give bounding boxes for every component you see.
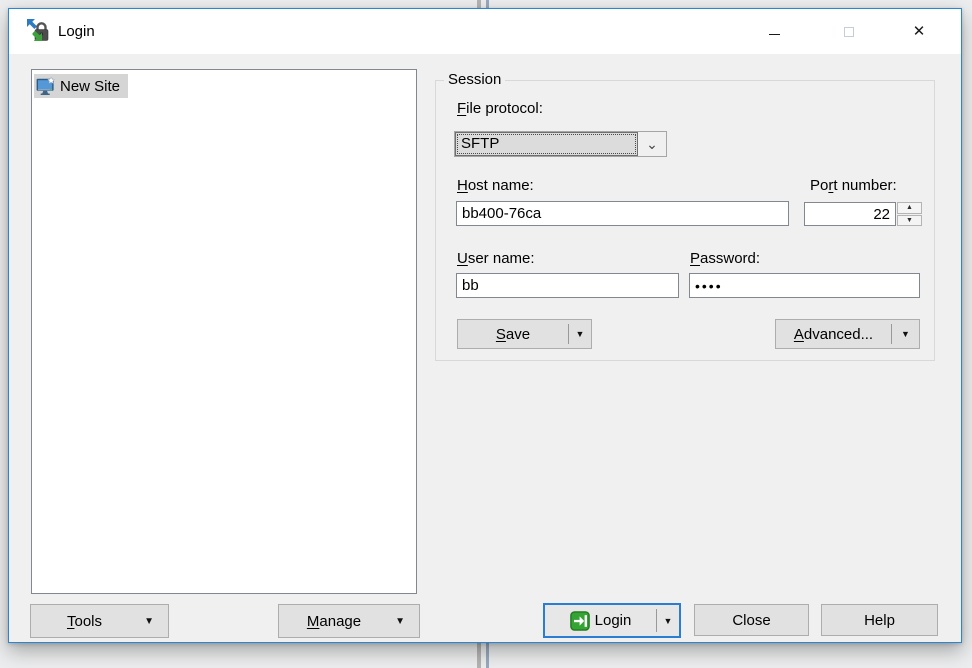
host-name-input[interactable]: [456, 201, 789, 226]
session-group-label: Session: [444, 71, 505, 88]
password-label: Password:: [690, 250, 760, 267]
port-spinner: ▲ ▼: [897, 202, 922, 226]
close-window-button[interactable]: ✕: [896, 9, 942, 54]
maximize-button: [826, 9, 872, 54]
save-button[interactable]: Save ▼: [457, 319, 592, 349]
file-protocol-select[interactable]: SFTP ⌄: [454, 131, 667, 157]
dropdown-arrow-icon[interactable]: ▼: [657, 605, 679, 636]
close-button[interactable]: Close: [694, 604, 809, 636]
site-item-label: New Site: [60, 78, 120, 95]
login-icon: [570, 611, 590, 631]
file-protocol-label: File protocol:: [457, 100, 543, 117]
dropdown-arrow-icon: ▼: [395, 605, 405, 637]
login-button[interactable]: Login ▼: [543, 603, 681, 638]
session-group: Session File protocol: SFTP ⌄ Host name:…: [435, 80, 935, 361]
title-bar[interactable]: Login ✕: [9, 9, 961, 54]
help-button-label: Help: [864, 612, 895, 629]
user-name-label: User name:: [457, 250, 535, 267]
password-input[interactable]: [689, 273, 920, 298]
dropdown-arrow-icon[interactable]: ▼: [892, 320, 919, 348]
dropdown-arrow-icon[interactable]: ▼: [569, 320, 591, 348]
login-button-label: Login: [595, 612, 632, 629]
spin-up-icon[interactable]: ▲: [897, 202, 922, 214]
minimize-icon: [769, 34, 780, 35]
winscp-app-icon: [26, 18, 52, 44]
port-number-input[interactable]: [804, 202, 896, 226]
close-icon: ✕: [913, 24, 926, 39]
maximize-icon: [844, 27, 854, 37]
site-list-item-new-site[interactable]: New Site: [34, 74, 128, 98]
dropdown-arrow-icon: ▼: [144, 605, 154, 637]
port-number-label: Port number:: [810, 177, 897, 194]
advanced-button-label: Advanced...: [776, 320, 891, 348]
new-site-icon: [36, 77, 56, 96]
manage-button[interactable]: Manage ▼: [278, 604, 420, 638]
login-dialog: Login ✕ New Site Session Fil: [8, 8, 962, 643]
minimize-button[interactable]: [751, 9, 797, 54]
port-number-stepper: ▲ ▼: [804, 202, 922, 226]
spin-down-icon[interactable]: ▼: [897, 215, 922, 227]
advanced-button[interactable]: Advanced... ▼: [775, 319, 920, 349]
user-name-input[interactable]: [456, 273, 679, 298]
help-button[interactable]: Help: [821, 604, 938, 636]
host-name-label: Host name:: [457, 177, 534, 194]
tools-button[interactable]: Tools ▼: [30, 604, 169, 638]
file-protocol-value: SFTP: [455, 132, 638, 156]
window-title: Login: [58, 9, 95, 54]
save-button-label: Save: [458, 320, 568, 348]
chevron-down-icon[interactable]: ⌄: [638, 132, 666, 156]
site-list[interactable]: New Site: [31, 69, 417, 594]
close-button-label: Close: [732, 612, 770, 629]
